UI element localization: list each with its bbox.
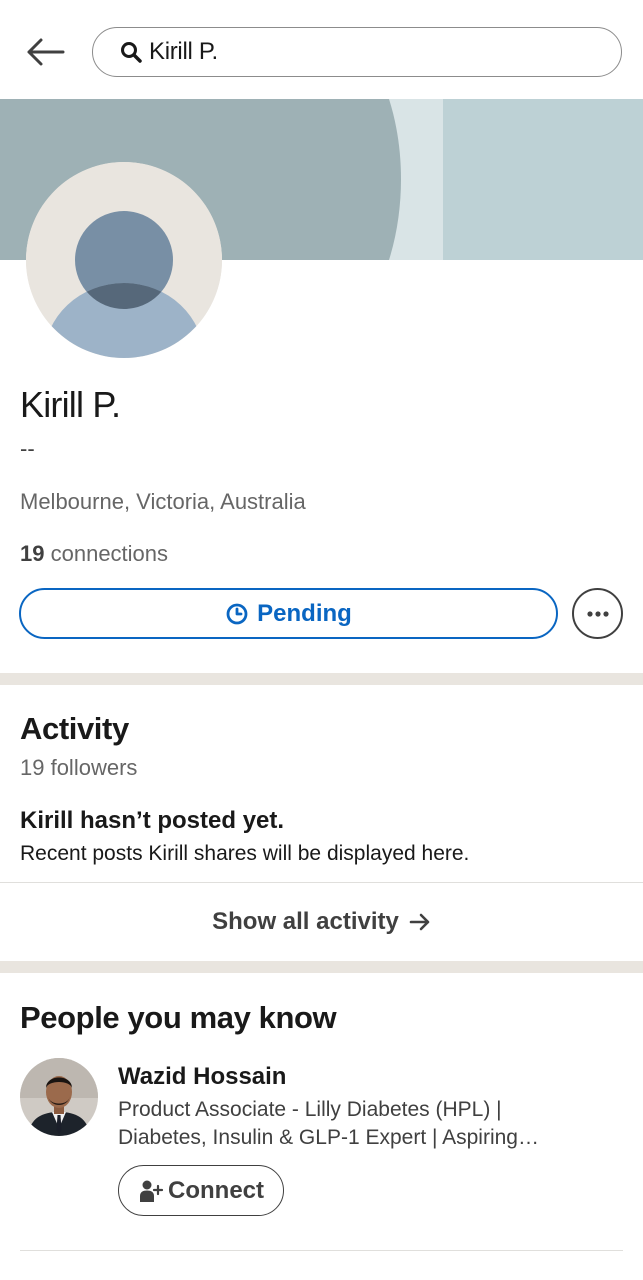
show-all-activity-button[interactable]: Show all activity	[0, 883, 643, 961]
connections-number: 19	[20, 541, 45, 566]
profile-location: Melbourne, Victoria, Australia	[20, 489, 306, 514]
connect-label: Connect	[168, 1176, 264, 1204]
person-name[interactable]: Wazid Hossain	[118, 1062, 286, 1092]
arrow-right-icon	[409, 913, 431, 931]
no-posts-title: Kirill hasn’t posted yet.	[20, 807, 285, 834]
no-posts-subtitle: Recent posts Kirill shares will be displ…	[20, 842, 470, 865]
pending-label: Pending	[257, 599, 352, 627]
search-query-text: Kirill P.	[149, 38, 218, 65]
more-options-button[interactable]	[572, 588, 623, 639]
profile-avatar[interactable]	[26, 162, 222, 358]
connections-label: connections	[50, 541, 169, 566]
followers-count: 19 followers	[20, 755, 138, 780]
section-divider	[0, 961, 643, 973]
back-arrow-icon	[27, 38, 65, 66]
pending-button[interactable]: Pending	[19, 588, 558, 639]
add-person-icon	[138, 1178, 164, 1204]
show-all-activity-label: Show all activity	[212, 908, 399, 935]
people-divider	[20, 1250, 623, 1251]
top-bar: Kirill P.	[0, 0, 643, 99]
activity-title: Activity	[20, 711, 129, 746]
people-you-may-know-title: People you may know	[20, 1000, 337, 1035]
search-input[interactable]: Kirill P.	[92, 27, 622, 77]
person-avatar[interactable]	[20, 1058, 98, 1136]
back-button[interactable]	[22, 32, 68, 72]
search-icon	[119, 40, 143, 64]
connect-button[interactable]: Connect	[118, 1165, 284, 1216]
more-icon	[586, 610, 609, 617]
person-headline: Product Associate - Lilly Diabetes (HPL)…	[118, 1098, 518, 1149]
section-divider	[0, 673, 643, 685]
profile-headline: --	[20, 436, 35, 461]
profile-name: Kirill P.	[20, 384, 121, 425]
connections-count[interactable]: 19 connections	[20, 540, 168, 568]
clock-icon	[225, 602, 249, 626]
